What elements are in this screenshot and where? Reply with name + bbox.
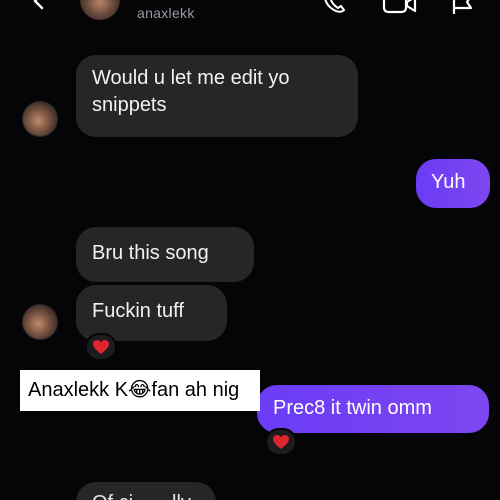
heart-icon xyxy=(93,340,109,354)
message-text: snippets xyxy=(92,94,167,116)
message-text: Prec8 it twin omm xyxy=(273,397,432,419)
header-username[interactable]: anaxlekk xyxy=(137,5,195,21)
flag-icon[interactable] xyxy=(450,0,476,14)
incoming-message-bubble[interactable]: Of ci... ...lly xyxy=(76,482,216,500)
video-camera-icon[interactable] xyxy=(382,0,418,14)
sender-avatar[interactable] xyxy=(22,101,58,137)
phone-icon[interactable] xyxy=(322,0,348,14)
overlay-caption: Anaxlekk K😂fan ah nig xyxy=(20,370,260,411)
message-reaction[interactable] xyxy=(265,428,297,456)
message-text: Yuh xyxy=(431,171,466,193)
incoming-message-bubble[interactable]: Would u let me edit yo snippets xyxy=(76,55,358,137)
message-text: Would u let me edit yo xyxy=(92,67,290,89)
heart-icon xyxy=(273,435,289,449)
message-text: Fuckin tuff xyxy=(92,300,184,322)
message-text: Bru this song xyxy=(92,242,209,264)
thread-header: anaxlekk xyxy=(0,0,500,30)
message-reaction[interactable] xyxy=(85,333,117,361)
sender-avatar[interactable] xyxy=(22,304,58,340)
message-text: Of ci... ...lly xyxy=(92,492,191,500)
incoming-message-bubble[interactable]: Bru this song xyxy=(76,227,254,282)
back-chevron-icon[interactable] xyxy=(30,0,48,10)
header-avatar[interactable] xyxy=(80,0,120,20)
outgoing-message-bubble[interactable]: Yuh xyxy=(416,159,490,208)
dm-thread-screen: anaxlekk Would u let me edit yo snippets… xyxy=(0,0,500,500)
outgoing-message-bubble[interactable]: Prec8 it twin omm xyxy=(257,385,489,433)
